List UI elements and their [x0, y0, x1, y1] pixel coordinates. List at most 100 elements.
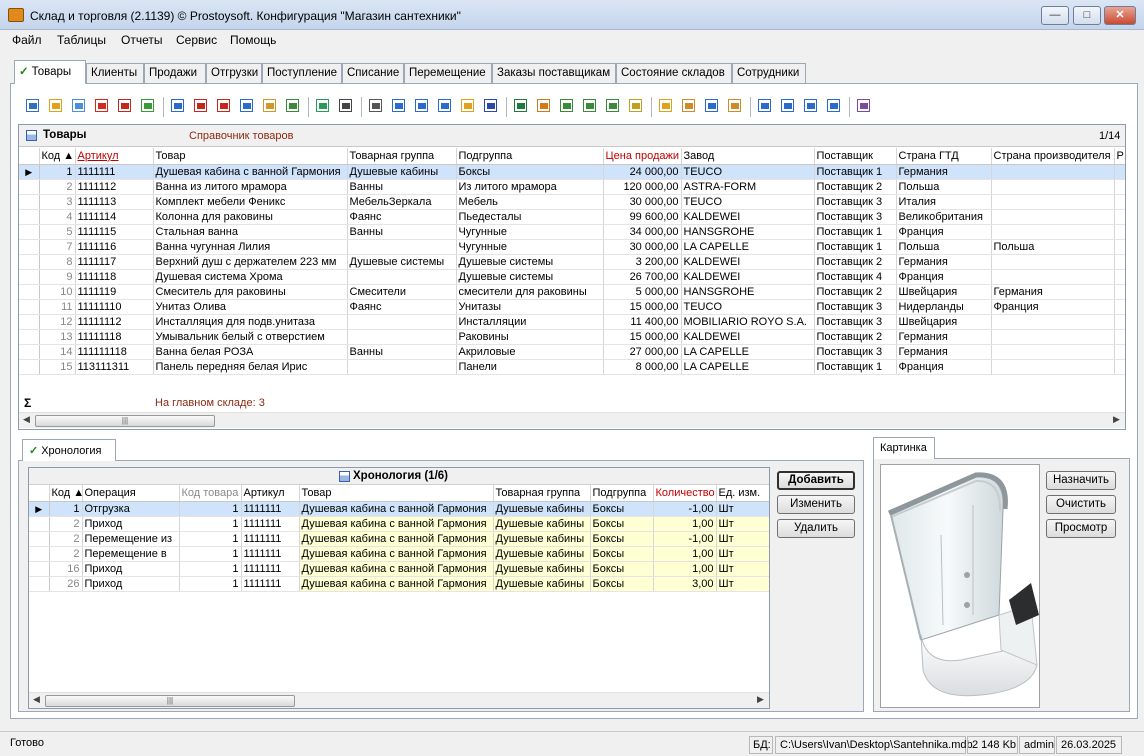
table-row[interactable]: 4 1111114 Колонна для раковины Фаянс Пьедест…	[19, 209, 1125, 225]
table-cell[interactable]: Боксы	[590, 516, 654, 532]
chart-icon[interactable]	[627, 97, 645, 115]
table-cell[interactable]	[991, 194, 1115, 210]
tab-stock-state[interactable]: Состояние складов	[616, 63, 732, 83]
table-cell[interactable]	[1114, 299, 1125, 315]
add-button[interactable]: Добавить	[777, 471, 855, 490]
table-cell[interactable]: 2	[49, 516, 83, 532]
table-cell[interactable]: Боксы	[590, 531, 654, 547]
column-header[interactable]: Завод	[681, 148, 815, 165]
table-cell[interactable]: 13	[39, 329, 76, 345]
export-form-icon[interactable]	[436, 97, 454, 115]
table-cell[interactable]: 1111116	[75, 239, 154, 255]
scroll-left-icon[interactable]: ◀	[23, 414, 30, 425]
table-cell[interactable]: Поставщик 3	[814, 314, 897, 330]
view-button[interactable]: Просмотр	[1046, 519, 1116, 538]
table-cell[interactable]: Перемещение в	[82, 546, 180, 562]
table-cell[interactable]: Душевая кабина с ванной Гармония	[299, 576, 494, 592]
table-cell[interactable]: 11111112	[75, 314, 154, 330]
column-header[interactable]: Подгруппа	[456, 148, 604, 165]
table-row[interactable]: 10 1111119 Смеситель для раковины Смесители…	[19, 284, 1125, 300]
table-cell[interactable]: Германия	[991, 284, 1115, 300]
table-cell[interactable]: Душевые системы	[456, 254, 604, 270]
table-cell[interactable]: Боксы	[456, 164, 604, 180]
table-cell[interactable]: Ванна из литого мрамора	[153, 179, 348, 195]
table-cell[interactable]: Комплект мебели Феникс	[153, 194, 348, 210]
maximize-button[interactable]: □	[1073, 6, 1101, 25]
table-cell[interactable]: Ванны	[347, 344, 457, 360]
table-row[interactable]: 12 11111112 Инсталляция для подв.унитаза Ин…	[19, 314, 1125, 330]
table-cell[interactable]: 1111111	[241, 576, 300, 592]
table-cell[interactable]	[1114, 284, 1125, 300]
table-cell[interactable]: Отгрузка	[82, 501, 180, 517]
table-cell[interactable]: 9	[39, 269, 76, 285]
table-cell[interactable]: 113111311	[75, 359, 154, 375]
table-cell[interactable]: Нидерланды	[896, 299, 992, 315]
menu-tables[interactable]: Таблицы	[57, 33, 106, 47]
table-cell[interactable]: 34 000,00	[603, 224, 682, 240]
table-cell[interactable]: 2	[39, 179, 76, 195]
column-header[interactable]: Подгруппа	[590, 485, 654, 502]
column-header[interactable]: Код ▲	[49, 485, 83, 502]
table-cell[interactable]: Душевая кабина с ванной Гармония	[153, 164, 348, 180]
close-button[interactable]: ✕	[1104, 6, 1136, 25]
table-row[interactable]: ▶ 1 Отгрузка 1 1111111 Душевая кабина с ванно…	[29, 501, 769, 517]
table-cell[interactable]: Боксы	[590, 501, 654, 517]
word-icon[interactable]	[482, 97, 500, 115]
table-cell[interactable]: TEUCO	[681, 194, 815, 210]
table-cell[interactable]: 5 000,00	[603, 284, 682, 300]
table-cell[interactable]: Душевая кабина с ванной Гармония	[299, 546, 494, 562]
table-cell[interactable]: Ванна чугунная Лилия	[153, 239, 348, 255]
history-horizontal-scrollbar[interactable]: ◀ ||| ▶	[29, 692, 769, 708]
find-icon[interactable]	[337, 97, 355, 115]
column-header[interactable]: Р	[1114, 148, 1125, 165]
table-cell[interactable]	[1114, 164, 1125, 180]
column-header[interactable]: Поставщик	[814, 148, 897, 165]
table-cell[interactable]: 27 000,00	[603, 344, 682, 360]
table-cell[interactable]	[1114, 254, 1125, 270]
table-cell[interactable]: Мебель	[456, 194, 604, 210]
table-cell[interactable]: 11	[39, 299, 76, 315]
sort-desc-icon[interactable]	[680, 97, 698, 115]
filter-set-icon[interactable]	[238, 97, 256, 115]
table-cell[interactable]: 3,00	[653, 576, 717, 592]
table-cell[interactable]	[347, 239, 457, 255]
table-cell[interactable]: 120 000,00	[603, 179, 682, 195]
table-cell[interactable]: Поставщик 3	[814, 344, 897, 360]
table-cell[interactable]: Душевые кабины	[493, 561, 591, 577]
table-cell[interactable]: Поставщик 1	[814, 164, 897, 180]
table-cell[interactable]: 3 200,00	[603, 254, 682, 270]
table-cell[interactable]: Шт	[716, 501, 769, 517]
table-cell[interactable]: 16	[49, 561, 83, 577]
table-cell[interactable]: 2	[49, 546, 83, 562]
table-cell[interactable]	[347, 329, 457, 345]
table-cell[interactable]	[1114, 239, 1125, 255]
column-header[interactable]: Артикул	[241, 485, 300, 502]
table-row[interactable]: 9 1111118 Душевая система Хрома Душевые сис…	[19, 269, 1125, 285]
table-cell[interactable]: 1	[179, 576, 242, 592]
table-cell[interactable]: Душевые кабины	[493, 516, 591, 532]
preview-icon[interactable]	[390, 97, 408, 115]
table-cell[interactable]	[1114, 314, 1125, 330]
filter-icon[interactable]	[169, 97, 187, 115]
table-cell[interactable]: LA CAPELLE	[681, 359, 815, 375]
table-cell[interactable]: KALDEWEI	[681, 209, 815, 225]
table-cell[interactable]: Фаянс	[347, 299, 457, 315]
table-cell[interactable]: Душевая кабина с ванной Гармония	[299, 501, 494, 517]
table-cell[interactable]: Душевые кабины	[493, 546, 591, 562]
table-cell[interactable]: Шт	[716, 561, 769, 577]
table-cell[interactable]: Швейцария	[896, 314, 992, 330]
assign-button[interactable]: Назначить	[1046, 471, 1116, 490]
table-cell[interactable]: Инсталляция для подв.унитаза	[153, 314, 348, 330]
table-row[interactable]: 14 111111118 Ванна белая РОЗА Ванны Акриловы…	[19, 344, 1125, 360]
table-cell[interactable]: Верхний душ с держателем 223 мм	[153, 254, 348, 270]
first-icon[interactable]	[756, 97, 774, 115]
table-cell[interactable]	[1114, 269, 1125, 285]
table-cell[interactable]	[1114, 179, 1125, 195]
table-cell[interactable]: Поставщик 3	[814, 194, 897, 210]
table-cell[interactable]: TEUCO	[681, 164, 815, 180]
table-row[interactable]: 13 11111118 Умывальник белый с отверстием Р…	[19, 329, 1125, 345]
table-cell[interactable]: Польша	[991, 239, 1115, 255]
table-cell[interactable]	[1114, 329, 1125, 345]
table-cell[interactable]: 11111118	[75, 329, 154, 345]
delete-icon[interactable]	[93, 97, 111, 115]
